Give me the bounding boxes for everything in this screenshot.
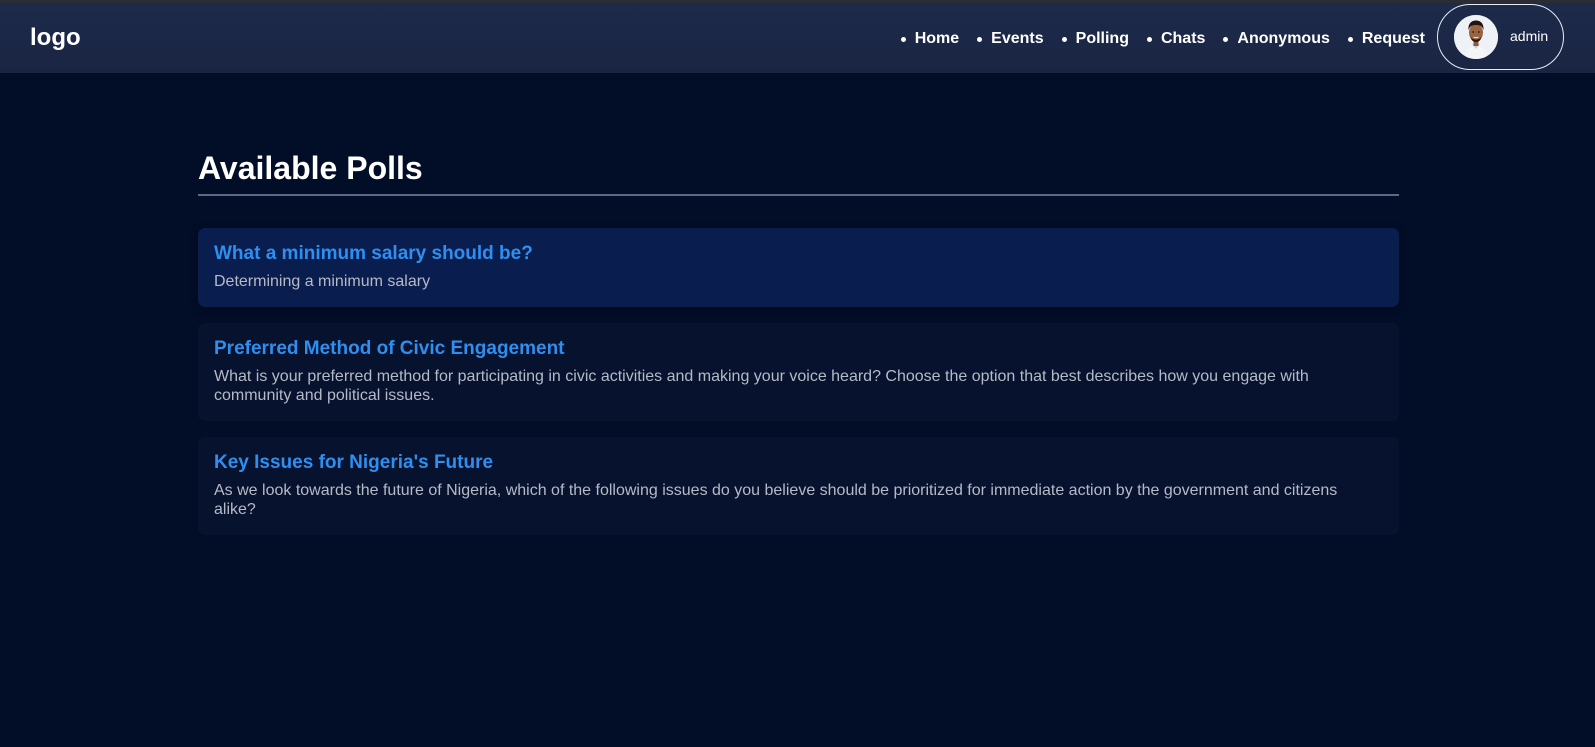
- nav-item-polling[interactable]: Polling: [1061, 29, 1129, 49]
- bullet-icon: [1146, 36, 1152, 42]
- poll-card[interactable]: What a minimum salary should be? Determi…: [198, 228, 1399, 307]
- nav-item-label: Request: [1361, 30, 1425, 47]
- nav-item-request[interactable]: Request: [1347, 29, 1425, 49]
- nav-item-label: Home: [914, 30, 960, 47]
- poll-list: What a minimum salary should be? Determi…: [198, 228, 1399, 535]
- nav-item-label: Polling: [1075, 30, 1129, 47]
- bullet-icon: [1223, 36, 1229, 42]
- poll-title[interactable]: What a minimum salary should be?: [214, 242, 1383, 266]
- bullet-icon: [1347, 36, 1353, 42]
- poll-title[interactable]: Preferred Method of Civic Engagement: [214, 337, 1383, 361]
- nav-item-chats[interactable]: Chats: [1146, 29, 1206, 49]
- poll-card[interactable]: Key Issues for Nigeria's Future As we lo…: [198, 437, 1399, 535]
- user-profile-button[interactable]: admin: [1437, 4, 1564, 70]
- user-name: admin: [1510, 28, 1549, 44]
- poll-card[interactable]: Preferred Method of Civic Engagement Wha…: [198, 323, 1399, 421]
- site-logo[interactable]: logo: [30, 23, 81, 53]
- bullet-icon: [977, 36, 983, 42]
- polls-section: Available Polls What a minimum salary sh…: [198, 148, 1399, 551]
- poll-description: What is your preferred method for partic…: [214, 368, 1309, 404]
- bullet-icon: [900, 36, 906, 42]
- nav-item-label: Anonymous: [1237, 30, 1330, 47]
- nav-item-anonymous[interactable]: Anonymous: [1223, 29, 1330, 49]
- bullet-icon: [1061, 36, 1067, 42]
- nav-item-label: Chats: [1160, 30, 1206, 47]
- nav-item-home[interactable]: Home: [900, 29, 960, 49]
- nav-item-events[interactable]: Events: [977, 29, 1044, 49]
- page-title: Available Polls: [198, 148, 1399, 196]
- user-avatar-icon: [1454, 15, 1498, 59]
- nav-item-label: Events: [991, 30, 1044, 47]
- top-navbar: logo Home Events Polling Chats Anonymous…: [0, 3, 1595, 73]
- poll-title[interactable]: Key Issues for Nigeria's Future: [214, 451, 1383, 475]
- main-nav: Home Events Polling Chats Anonymous Requ…: [883, 29, 1425, 49]
- poll-description: As we look towards the future of Nigeria…: [214, 482, 1338, 518]
- poll-description: Determining a minimum salary: [214, 273, 431, 290]
